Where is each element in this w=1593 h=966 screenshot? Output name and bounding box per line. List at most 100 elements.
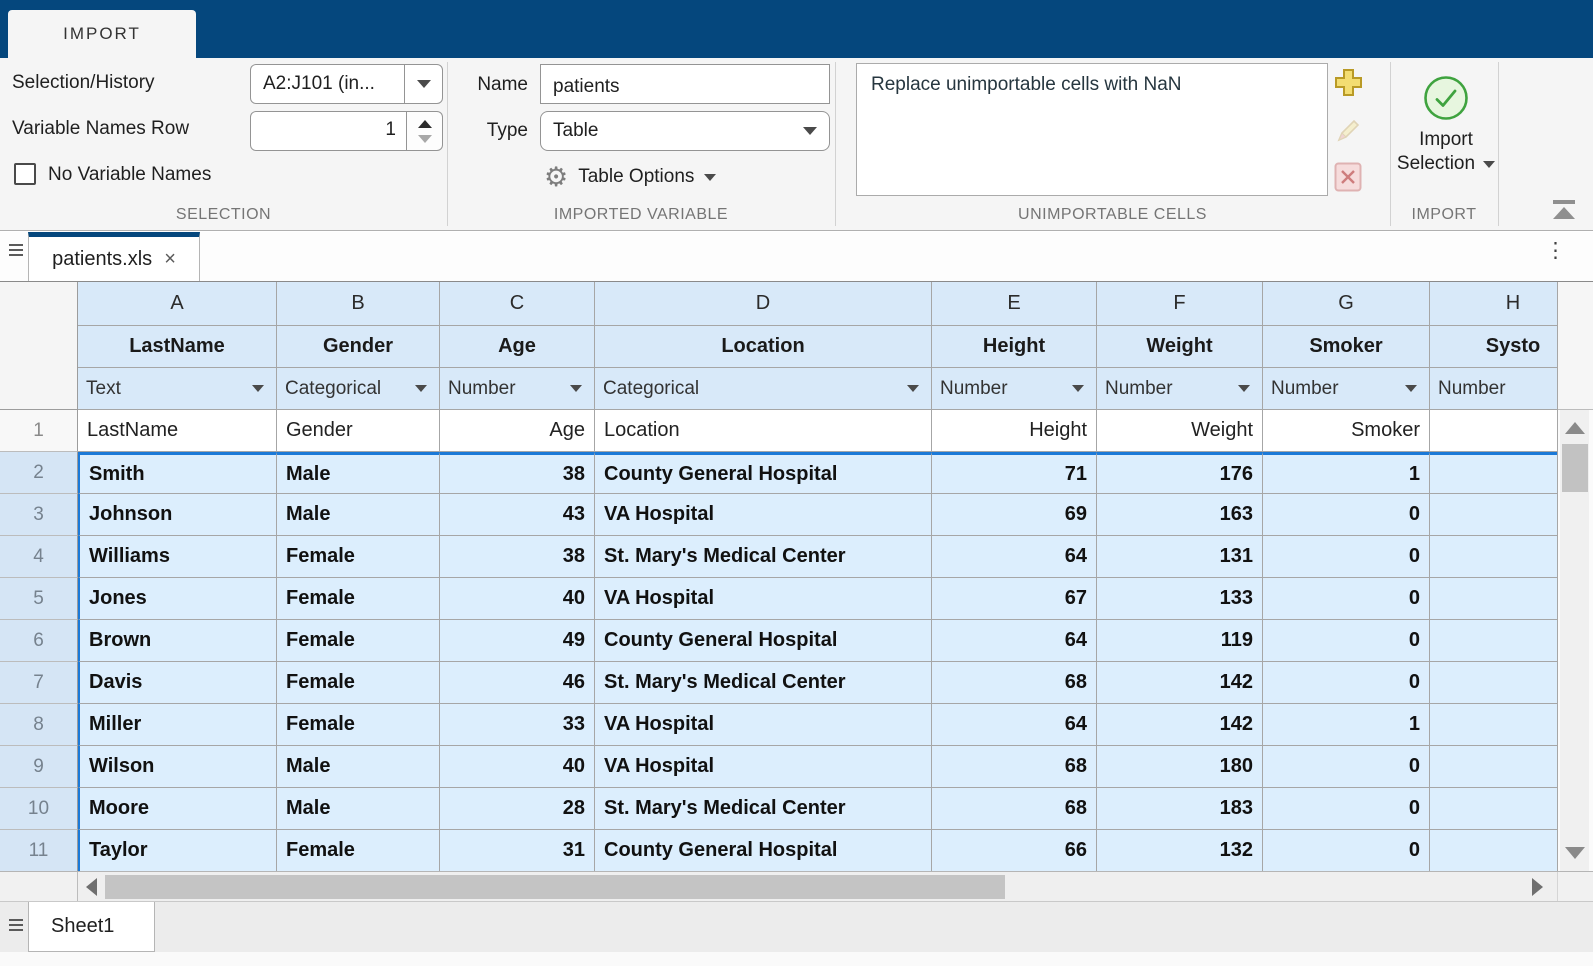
variable-names-row-value[interactable]: 1: [250, 111, 407, 151]
col-letter-E[interactable]: E: [932, 282, 1097, 326]
cell-H9[interactable]: [1430, 746, 1557, 788]
cell-D10[interactable]: St. Mary's Medical Center: [595, 788, 932, 830]
cell-C10[interactable]: 28: [440, 788, 595, 830]
cell-F8[interactable]: 142: [1097, 704, 1263, 746]
cell-G6[interactable]: 0: [1263, 620, 1430, 662]
cell-A8[interactable]: Miller: [78, 704, 277, 746]
cell-H5[interactable]: [1430, 578, 1557, 620]
col-name-C[interactable]: Age: [440, 326, 595, 368]
cell-A2[interactable]: Smith: [78, 452, 277, 494]
cell-A1[interactable]: LastName: [78, 410, 277, 452]
spinner-down-icon[interactable]: [418, 135, 432, 143]
cell-D6[interactable]: County General Hospital: [595, 620, 932, 662]
cell-B10[interactable]: Male: [277, 788, 440, 830]
row-header-8[interactable]: 8: [0, 704, 78, 746]
unimportable-rules-listbox[interactable]: Replace unimportable cells with NaN: [856, 63, 1328, 196]
cell-D9[interactable]: VA Hospital: [595, 746, 932, 788]
chevron-down-icon[interactable]: [791, 112, 829, 150]
spinner-up-icon[interactable]: [418, 120, 432, 128]
variable-names-row-stepper[interactable]: 1: [250, 111, 443, 151]
cell-A9[interactable]: Wilson: [78, 746, 277, 788]
cell-B6[interactable]: Female: [277, 620, 440, 662]
cell-G4[interactable]: 0: [1263, 536, 1430, 578]
col-letter-D[interactable]: D: [595, 282, 932, 326]
cell-H2[interactable]: [1430, 452, 1557, 494]
document-tab-patients[interactable]: patients.xls ×: [28, 232, 200, 281]
vertical-scroll-thumb[interactable]: [1562, 444, 1588, 492]
cell-C8[interactable]: 33: [440, 704, 595, 746]
cell-H1[interactable]: [1430, 410, 1557, 452]
close-icon[interactable]: ×: [164, 249, 176, 269]
cell-G10[interactable]: 0: [1263, 788, 1430, 830]
cell-H3[interactable]: [1430, 494, 1557, 536]
vertical-scrollbar[interactable]: [1560, 410, 1589, 871]
col-name-E[interactable]: Height: [932, 326, 1097, 368]
chevron-down-icon[interactable]: [1072, 385, 1084, 392]
delete-rule-icon[interactable]: [1334, 162, 1362, 192]
col-type-dropdown-F[interactable]: Number: [1097, 368, 1263, 410]
scroll-right-icon[interactable]: [1532, 878, 1543, 896]
col-name-A[interactable]: LastName: [78, 326, 277, 368]
cell-A11[interactable]: Taylor: [78, 830, 277, 871]
cell-G2[interactable]: 1: [1263, 452, 1430, 494]
cell-F3[interactable]: 163: [1097, 494, 1263, 536]
unimportable-rule-item[interactable]: Replace unimportable cells with NaN: [857, 64, 1327, 96]
row-header-9[interactable]: 9: [0, 746, 78, 788]
row-header-5[interactable]: 5: [0, 578, 78, 620]
cell-D7[interactable]: St. Mary's Medical Center: [595, 662, 932, 704]
cell-C5[interactable]: 40: [440, 578, 595, 620]
col-letter-F[interactable]: F: [1097, 282, 1263, 326]
scroll-down-icon[interactable]: [1565, 847, 1585, 859]
col-letter-A[interactable]: A: [78, 282, 277, 326]
cell-H11[interactable]: [1430, 830, 1557, 871]
row-header-11[interactable]: 11: [0, 830, 78, 872]
more-options-icon[interactable]: ⋮: [1545, 240, 1566, 262]
chevron-down-icon[interactable]: [415, 385, 427, 392]
cell-D5[interactable]: VA Hospital: [595, 578, 932, 620]
edit-rule-icon[interactable]: [1334, 118, 1361, 145]
cell-C2[interactable]: 38: [440, 452, 595, 494]
col-name-G[interactable]: Smoker: [1263, 326, 1430, 368]
col-type-dropdown-B[interactable]: Categorical: [277, 368, 440, 410]
row-header-1[interactable]: 1: [0, 410, 78, 452]
col-name-B[interactable]: Gender: [277, 326, 440, 368]
cell-B1[interactable]: Gender: [277, 410, 440, 452]
cell-G8[interactable]: 1: [1263, 704, 1430, 746]
col-type-dropdown-A[interactable]: Text: [78, 368, 277, 410]
chevron-down-icon[interactable]: [252, 385, 264, 392]
col-letter-B[interactable]: B: [277, 282, 440, 326]
cell-C11[interactable]: 31: [440, 830, 595, 871]
row-header-10[interactable]: 10: [0, 788, 78, 830]
cell-D11[interactable]: County General Hospital: [595, 830, 932, 871]
cell-A5[interactable]: Jones: [78, 578, 277, 620]
cell-D1[interactable]: Location: [595, 410, 932, 452]
cell-C9[interactable]: 40: [440, 746, 595, 788]
cell-C1[interactable]: Age: [440, 410, 595, 452]
cell-F6[interactable]: 119: [1097, 620, 1263, 662]
chevron-down-icon[interactable]: [1238, 385, 1250, 392]
chevron-down-icon[interactable]: [1405, 385, 1417, 392]
variable-type-dropdown[interactable]: Table: [540, 111, 830, 151]
cell-E6[interactable]: 64: [932, 620, 1097, 662]
cell-H7[interactable]: [1430, 662, 1557, 704]
ribbon-tab-import[interactable]: IMPORT: [8, 10, 196, 58]
cell-F5[interactable]: 133: [1097, 578, 1263, 620]
cell-B5[interactable]: Female: [277, 578, 440, 620]
cell-D3[interactable]: VA Hospital: [595, 494, 932, 536]
add-rule-icon[interactable]: [1334, 68, 1363, 97]
table-options-button[interactable]: ⚙ Table Options: [544, 158, 716, 196]
cell-G5[interactable]: 0: [1263, 578, 1430, 620]
col-letter-C[interactable]: C: [440, 282, 595, 326]
scroll-up-icon[interactable]: [1565, 422, 1585, 434]
cell-H4[interactable]: [1430, 536, 1557, 578]
cell-E8[interactable]: 64: [932, 704, 1097, 746]
cell-H6[interactable]: [1430, 620, 1557, 662]
cell-C7[interactable]: 46: [440, 662, 595, 704]
cell-D4[interactable]: St. Mary's Medical Center: [595, 536, 932, 578]
collapse-ribbon-button[interactable]: [1552, 200, 1576, 220]
cell-G7[interactable]: 0: [1263, 662, 1430, 704]
cell-F2[interactable]: 176: [1097, 452, 1263, 494]
cell-E2[interactable]: 71: [932, 452, 1097, 494]
chevron-down-icon[interactable]: [404, 65, 442, 103]
sheet-tabs-menu-icon[interactable]: [9, 916, 23, 934]
